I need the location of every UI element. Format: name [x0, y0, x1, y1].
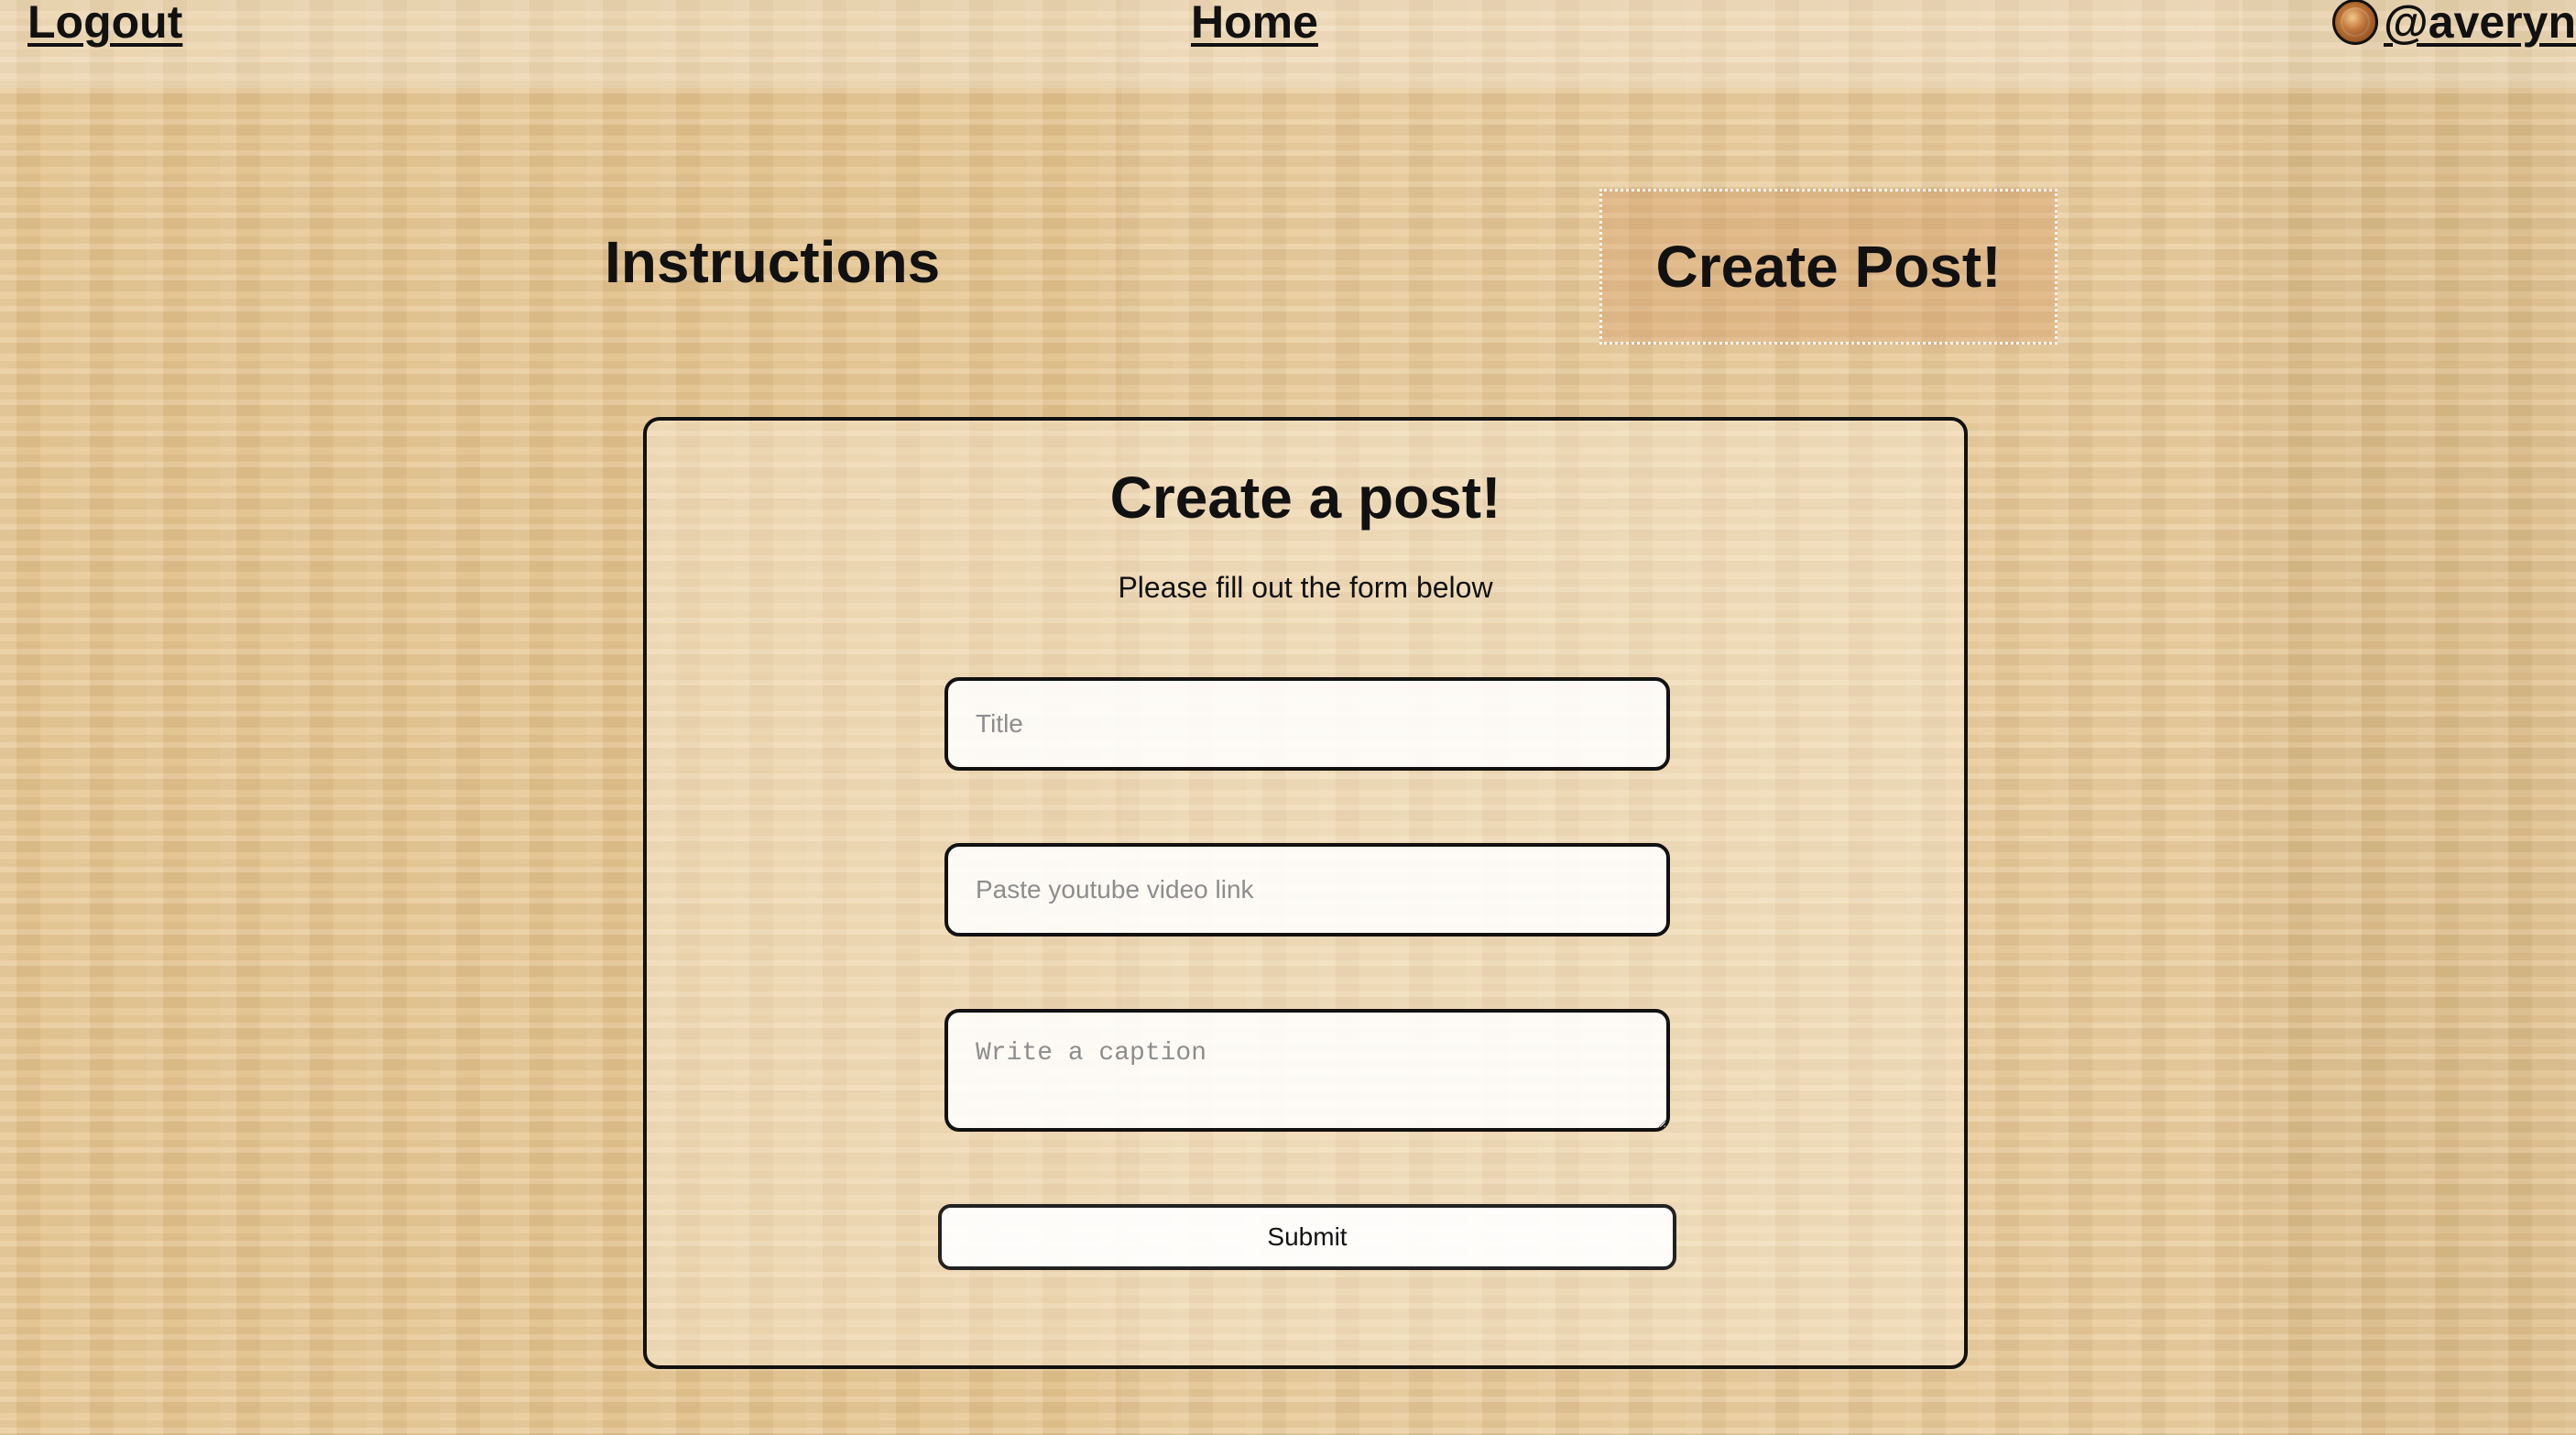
submit-button[interactable]: Submit [938, 1204, 1676, 1270]
create-post-card: Create a post! Please fill out the form … [643, 417, 1968, 1369]
youtube-link-input[interactable] [944, 843, 1670, 937]
home-link[interactable]: Home [1191, 0, 1318, 48]
instructions-tab[interactable]: Instructions [605, 229, 940, 295]
username-link[interactable]: @averynov [2384, 0, 2576, 48]
profile-link[interactable]: @averynov [2332, 0, 2576, 48]
page-title: Create a post! [1109, 465, 1501, 531]
logout-link[interactable]: Logout [27, 0, 182, 48]
top-nav-bar: Logout Home @averynov [0, 0, 2576, 88]
avatar-image [2341, 7, 2370, 37]
form-instructions: Please fill out the form below [1118, 571, 1493, 604]
profile-avatar-icon [2332, 0, 2378, 45]
caption-textarea[interactable] [944, 1009, 1670, 1132]
title-input[interactable] [944, 677, 1670, 771]
create-post-tab[interactable]: Create Post! [1599, 189, 2058, 345]
